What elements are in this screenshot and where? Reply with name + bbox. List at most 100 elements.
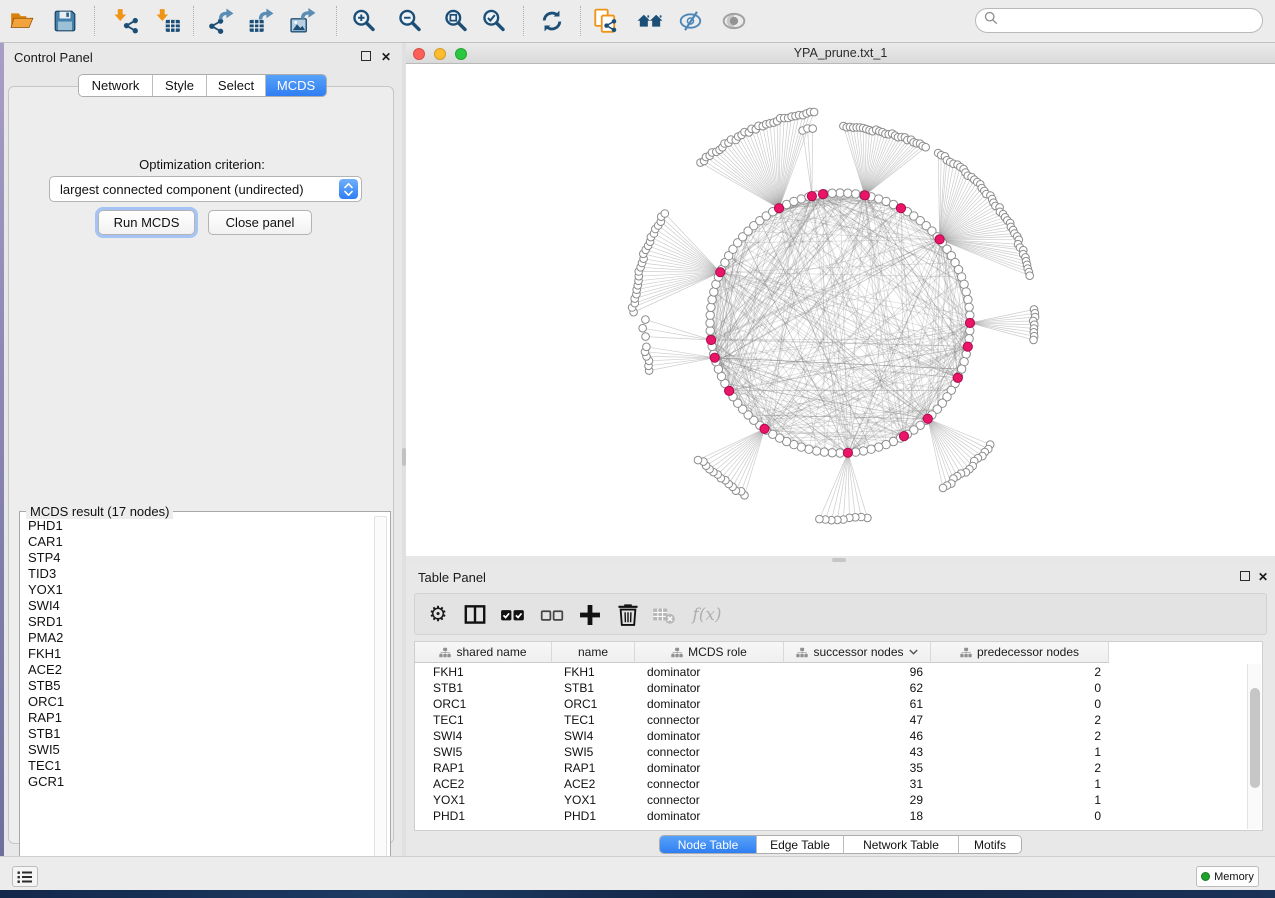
new-network-from-selection-icon[interactable] (590, 6, 620, 36)
tab-network[interactable]: Network (79, 75, 153, 96)
zoom-in-icon[interactable] (349, 6, 379, 36)
network-canvas[interactable] (406, 64, 1275, 556)
search-box[interactable] (975, 8, 1263, 33)
cell-name: FKH1 (552, 664, 635, 680)
splitter-grab-handle[interactable] (832, 558, 846, 562)
add-column-icon[interactable] (576, 601, 604, 629)
column-header-shared-name[interactable]: shared name (415, 642, 552, 663)
deselect-all-icon[interactable] (538, 601, 566, 629)
network-graph[interactable] (406, 64, 1275, 556)
cell-name: ORC1 (552, 696, 635, 712)
mcds-result-item[interactable]: CAR1 (20, 534, 372, 550)
mcds-result-item[interactable]: GCR1 (20, 774, 372, 790)
zoom-fit-icon[interactable] (441, 6, 471, 36)
table-row[interactable]: SWI5SWI5connector431 (415, 744, 1262, 760)
import-table-icon[interactable] (154, 6, 184, 36)
cell-predecessor-nodes: 0 (931, 680, 1109, 696)
mcds-result-item[interactable]: PMA2 (20, 630, 372, 646)
eye-slash-icon[interactable] (676, 6, 706, 36)
column-header-predecessor-nodes[interactable]: predecessor nodes (931, 642, 1109, 663)
table-scrollbar[interactable] (1247, 664, 1261, 829)
toolbar-separator (94, 6, 95, 36)
cell-successor-nodes: 31 (784, 776, 931, 792)
desktop-wallpaper-bottom (0, 890, 1275, 898)
float-window-icon[interactable] (361, 51, 371, 61)
mcds-result-item[interactable]: FKH1 (20, 646, 372, 662)
mcds-result-item[interactable]: TEC1 (20, 758, 372, 774)
column-header-name[interactable]: name (552, 642, 635, 663)
clear-table-icon[interactable] (650, 601, 678, 629)
table-row[interactable]: STB1STB1dominator620 (415, 680, 1262, 696)
cell-MCDS-role: dominator (635, 808, 784, 824)
settings-gear-icon[interactable]: ⚙ (424, 601, 452, 629)
node-table: shared name name MCDS role successor nodesp… (414, 641, 1263, 831)
column-header-MCDS-role[interactable]: MCDS role (635, 642, 784, 663)
apply-layout-icon[interactable] (537, 6, 567, 36)
houses-icon[interactable] (635, 6, 665, 36)
network-window: YPA_prune.txt_1 (406, 43, 1275, 556)
export-image-icon[interactable] (288, 6, 318, 36)
mcds-result-item[interactable]: SRD1 (20, 614, 372, 630)
mcds-result-item[interactable]: STB5 (20, 678, 372, 694)
zoom-out-icon[interactable] (395, 6, 425, 36)
table-row[interactable]: SWI4SWI4dominator462 (415, 728, 1262, 744)
tab-network-table[interactable]: Network Table (844, 836, 959, 853)
column-label: shared name (456, 645, 526, 659)
tab-style[interactable]: Style (153, 75, 207, 96)
table-row[interactable]: ACE2ACE2connector311 (415, 776, 1262, 792)
mcds-result-item[interactable]: STB1 (20, 726, 372, 742)
network-window-titlebar[interactable]: YPA_prune.txt_1 (406, 43, 1275, 64)
mcds-list-scrollbar[interactable] (374, 516, 387, 876)
memory-button[interactable]: Memory (1196, 866, 1259, 887)
zoom-selected-icon[interactable] (479, 6, 509, 36)
run-mcds-button[interactable]: Run MCDS (98, 210, 195, 235)
tab-node-table[interactable]: Node Table (660, 836, 757, 853)
tab-mcds[interactable]: MCDS (266, 75, 326, 96)
mcds-result-item[interactable]: RAP1 (20, 710, 372, 726)
table-toolbar: ⚙ f(x) (414, 593, 1267, 635)
column-header-successor-nodes[interactable]: successor nodes (784, 642, 931, 663)
mcds-result-item[interactable]: ORC1 (20, 694, 372, 710)
memory-status-icon (1201, 872, 1210, 881)
table-row[interactable]: YOX1YOX1connector291 (415, 792, 1262, 808)
close-panel-icon[interactable]: ✕ (1258, 572, 1268, 582)
search-input[interactable] (998, 14, 1262, 28)
tab-motifs[interactable]: Motifs (959, 836, 1021, 853)
open-icon[interactable] (7, 6, 37, 36)
table-row[interactable]: ORC1ORC1dominator610 (415, 696, 1262, 712)
column-label: MCDS role (688, 645, 747, 659)
delete-columns-icon[interactable] (614, 601, 642, 629)
export-table-icon[interactable] (246, 6, 276, 36)
select-all-icon[interactable] (499, 601, 527, 629)
cell-predecessor-nodes: 2 (931, 712, 1109, 728)
table-row[interactable]: PHD1PHD1dominator180 (415, 808, 1262, 824)
table-row[interactable]: RAP1RAP1dominator352 (415, 760, 1262, 776)
close-panel-icon[interactable]: ✕ (381, 52, 391, 62)
save-icon[interactable] (50, 6, 80, 36)
float-window-icon[interactable] (1240, 571, 1250, 581)
import-network-icon[interactable] (112, 6, 142, 36)
export-network-icon[interactable] (206, 6, 236, 36)
mcds-result-item[interactable]: YOX1 (20, 582, 372, 598)
criterion-select[interactable]: largest connected component (undirected) (49, 176, 362, 202)
mcds-result-item[interactable]: ACE2 (20, 662, 372, 678)
task-history-button[interactable] (12, 866, 38, 887)
split-view-icon[interactable] (461, 601, 489, 629)
table-panel: Table Panel ✕ ⚙f(x) shared namenameMCDS … (406, 564, 1275, 856)
mcds-result-item[interactable]: STP4 (20, 550, 372, 566)
eye-icon[interactable] (719, 6, 749, 36)
mcds-result-item[interactable]: SWI4 (20, 598, 372, 614)
close-panel-button[interactable]: Close panel (208, 210, 312, 235)
mcds-result-list[interactable]: PHD1CAR1STP4TID3YOX1SWI4SRD1PMA2FKH1ACE2… (20, 518, 372, 878)
mcds-result-item[interactable]: TID3 (20, 566, 372, 582)
scrollbar-thumb[interactable] (1250, 688, 1260, 788)
mcds-result-item[interactable]: PHD1 (20, 518, 372, 534)
function-builder-icon[interactable]: f(x) (693, 601, 721, 629)
cell-successor-nodes: 62 (784, 680, 931, 696)
horizontal-splitter[interactable] (406, 556, 1275, 564)
table-row[interactable]: FKH1FKH1dominator962 (415, 664, 1262, 680)
table-row[interactable]: TEC1TEC1connector472 (415, 712, 1262, 728)
tab-select[interactable]: Select (207, 75, 266, 96)
mcds-result-item[interactable]: SWI5 (20, 742, 372, 758)
tab-edge-table[interactable]: Edge Table (757, 836, 844, 853)
